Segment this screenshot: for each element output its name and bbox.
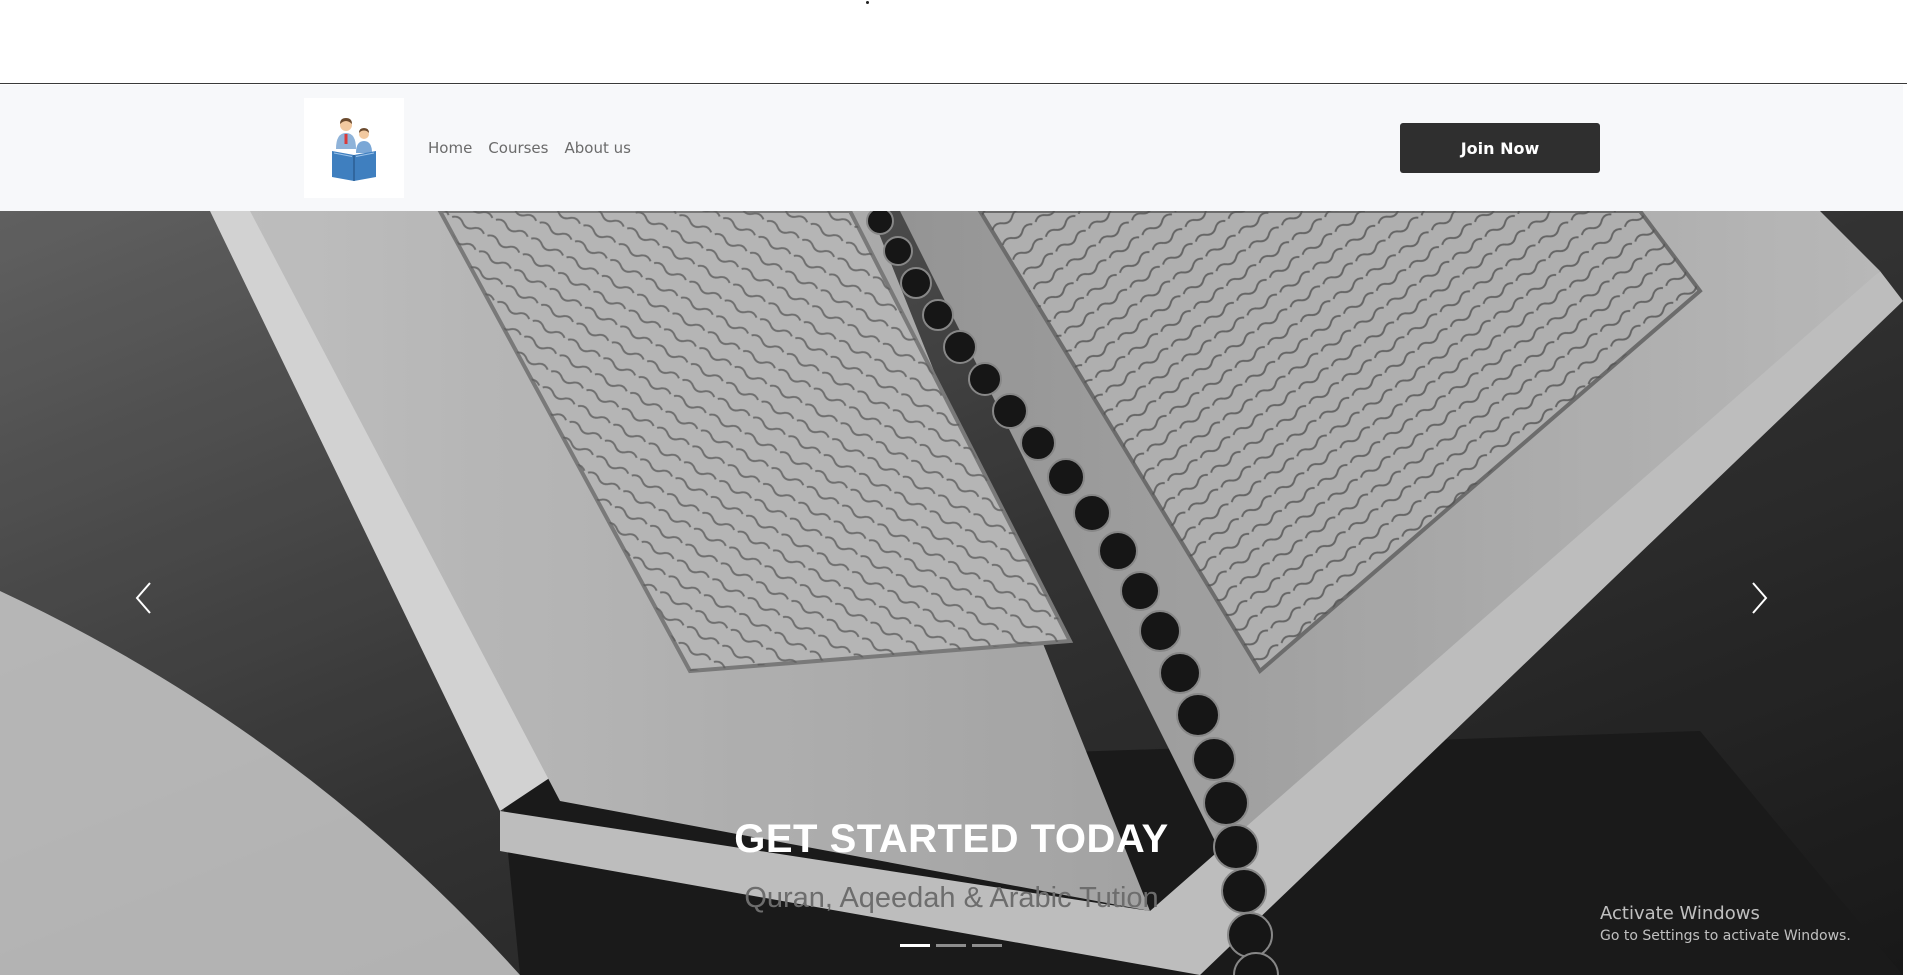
nav-links: Home Courses About us bbox=[428, 85, 631, 211]
windows-activation-watermark: Activate Windows Go to Settings to activ… bbox=[1600, 902, 1851, 947]
nav-link-courses[interactable]: Courses bbox=[488, 139, 548, 157]
top-strip bbox=[0, 0, 1907, 84]
carousel-indicator-3[interactable] bbox=[972, 944, 1002, 947]
carousel-indicator-2[interactable] bbox=[936, 944, 966, 947]
hero-title: GET STARTED TODAY bbox=[734, 817, 1169, 861]
watermark-title: Activate Windows bbox=[1600, 903, 1760, 924]
join-now-button[interactable]: Join Now bbox=[1400, 123, 1600, 173]
page: Home Courses About us Join Now GET START… bbox=[0, 0, 1907, 975]
hero-carousel: GET STARTED TODAY Quran, Aqeedah & Arabi… bbox=[0, 211, 1903, 975]
scrollbar-track[interactable] bbox=[1903, 84, 1907, 975]
carousel-prev-button[interactable] bbox=[123, 568, 163, 628]
site-logo[interactable] bbox=[304, 98, 404, 198]
chevron-left-icon bbox=[135, 582, 151, 614]
nav-link-about-us[interactable]: About us bbox=[564, 139, 630, 157]
watermark-subtitle: Go to Settings to activate Windows. bbox=[1600, 928, 1851, 945]
chevron-right-icon bbox=[1752, 582, 1768, 614]
carousel-next-button[interactable] bbox=[1740, 568, 1780, 628]
navbar: Home Courses About us Join Now bbox=[0, 85, 1907, 211]
carousel-indicators bbox=[900, 944, 1002, 947]
hero-caption: GET STARTED TODAY Quran, Aqeedah & Arabi… bbox=[0, 815, 1903, 916]
top-dot bbox=[866, 1, 869, 4]
carousel-indicator-1[interactable] bbox=[900, 944, 930, 947]
family-reading-icon bbox=[332, 118, 376, 181]
nav-link-home[interactable]: Home bbox=[428, 139, 472, 157]
